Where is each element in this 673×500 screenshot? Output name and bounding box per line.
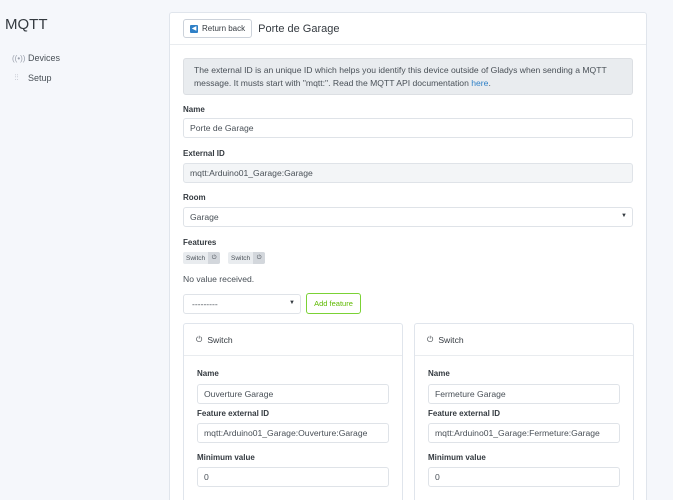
external-id-input[interactable]: mqtt:Arduino01_Garage:Garage [183,163,633,183]
feature-name-label: Name [428,369,450,378]
devices-icon: ((•)) [12,53,26,63]
feature-external-id-label: Feature external ID [428,409,501,418]
room-label: Room [183,193,206,202]
feature-badge: Switch ⏻ [183,252,221,264]
alert-text-end: . [488,78,491,88]
caret-down-icon: ▼ [289,300,295,306]
card-header: ◀ Return back Porte de Garage [170,13,646,45]
feature-external-id-label: Feature external ID [197,409,270,418]
feature-name-input[interactable]: Fermeture Garage [428,384,620,404]
sidebar-item-label: Devices [28,53,61,63]
feature-name-input[interactable]: Ouverture Garage [197,384,389,404]
feature-name-label: Name [197,369,219,378]
minimum-value-input[interactable]: 0 [197,467,389,487]
sidebar: MQTT ((•)) Devices ⫶⫶ Setup [0,0,160,500]
no-value-text: No value received. [183,274,255,284]
feature-card-title: Switch [438,334,464,345]
feature-card-title: Switch [207,334,233,345]
minimum-value-label: Minimum value [197,453,255,462]
feature-card: ⏻ Switch Name Ouverture Garage Feature e… [183,323,403,500]
return-back-label: Return back [202,24,246,33]
sidebar-item-setup[interactable]: ⫶⫶ Setup [12,73,52,83]
minimum-value-input[interactable]: 0 [428,467,620,487]
return-back-button[interactable]: ◀ Return back [183,19,253,38]
power-icon: ⏻ [208,252,221,264]
feature-badge-label: Switch [186,254,206,262]
add-feature-button[interactable]: Add feature [306,293,361,314]
name-label: Name [183,105,205,114]
power-icon: ⏻ [253,252,266,264]
feature-external-id-input[interactable]: mqtt:Arduino01_Garage:Ouverture:Garage [197,423,389,443]
room-select-value: Garage [190,212,219,222]
arrow-left-icon: ◀ [190,24,198,33]
external-id-label: External ID [183,149,225,158]
page-title: Porte de Garage [258,22,340,35]
alert-text: The external ID is an unique ID which he… [194,65,607,88]
info-alert: The external ID is an unique ID which he… [183,58,633,95]
feature-external-id-input[interactable]: mqtt:Arduino01_Garage:Fermeture:Garage [428,423,620,443]
feature-type-value: --------- [192,299,218,309]
feature-card-header: ⏻ Switch [415,324,633,356]
room-select[interactable]: Garage ▼ [183,207,633,227]
feature-type-select[interactable]: --------- ▼ [183,294,301,314]
sidebar-item-label: Setup [28,73,52,83]
feature-card-header: ⏻ Switch [184,324,402,356]
feature-badge: Switch ⏻ [228,252,266,264]
sliders-icon: ⫶⫶ [14,73,19,82]
api-doc-link[interactable]: here [471,78,488,88]
power-icon: ⏻ [427,334,434,344]
power-icon: ⏻ [196,334,203,344]
sidebar-item-devices[interactable]: ((•)) Devices [12,53,60,63]
features-label: Features [183,238,217,247]
name-input[interactable]: Porte de Garage [183,118,633,138]
app-title: MQTT [5,16,48,33]
device-card: ◀ Return back Porte de Garage The extern… [169,12,647,500]
minimum-value-label: Minimum value [428,453,486,462]
feature-card: ⏻ Switch Name Fermeture Garage Feature e… [414,323,634,500]
caret-down-icon: ▼ [621,213,627,219]
feature-badge-label: Switch [231,254,251,262]
